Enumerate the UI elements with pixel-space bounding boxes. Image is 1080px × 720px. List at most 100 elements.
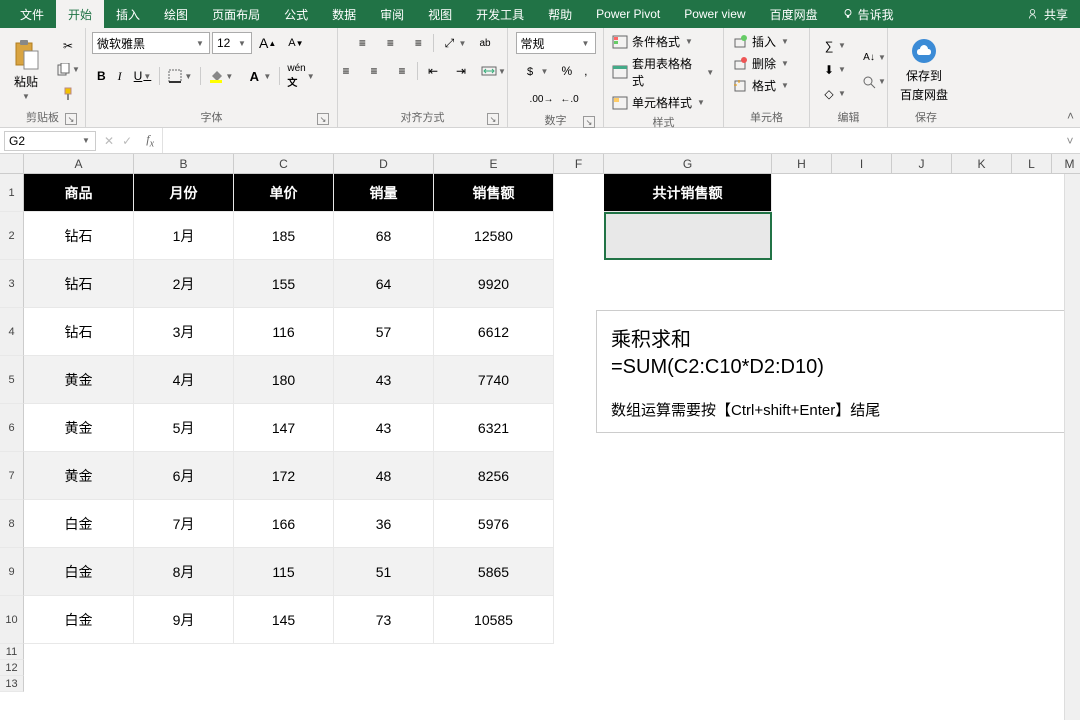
row-header[interactable]: 12 — [0, 660, 24, 676]
cell[interactable]: 12580 — [434, 212, 554, 260]
phonetic-button[interactable]: wén文▼ — [282, 60, 320, 92]
wrap-text-button[interactable]: ab — [474, 35, 495, 52]
tab-powerview[interactable]: Power view — [672, 0, 757, 28]
tab-review[interactable]: 审阅 — [368, 0, 416, 28]
tab-insert[interactable]: 插入 — [104, 0, 152, 28]
dialog-launcher[interactable]: ↘ — [65, 113, 77, 125]
tab-formulas[interactable]: 公式 — [272, 0, 320, 28]
tab-view[interactable]: 视图 — [416, 0, 464, 28]
tab-pagelayout[interactable]: 页面布局 — [200, 0, 272, 28]
column-header[interactable]: E — [434, 154, 554, 174]
cell[interactable]: 43 — [334, 356, 434, 404]
cell[interactable]: 1月 — [134, 212, 234, 260]
cell[interactable]: 155 — [234, 260, 334, 308]
row-header[interactable]: 6 — [0, 404, 24, 452]
fill-color-button[interactable]: ▼ — [203, 65, 239, 87]
column-header[interactable]: M — [1052, 154, 1080, 174]
conditional-format-button[interactable]: 条件格式▼ — [610, 32, 696, 51]
select-all-corner[interactable] — [0, 154, 24, 174]
format-painter-button[interactable] — [50, 83, 86, 105]
cell[interactable]: 共计销售额 — [604, 174, 772, 212]
cell[interactable]: 57 — [334, 308, 434, 356]
formula-bar[interactable] — [162, 128, 1060, 153]
cell[interactable]: 销售额 — [434, 174, 554, 212]
orientation-button[interactable]: ⤢▼ — [436, 32, 472, 54]
cell[interactable]: 43 — [334, 404, 434, 452]
cell[interactable]: 51 — [334, 548, 434, 596]
tab-baidudisk[interactable]: 百度网盘 — [758, 0, 830, 28]
cell[interactable]: 48 — [334, 452, 434, 500]
fill-button[interactable]: ⬇▼ — [816, 59, 852, 81]
column-header[interactable]: C — [234, 154, 334, 174]
collapse-ribbon-button[interactable]: ˄ — [1067, 109, 1074, 123]
accounting-format-button[interactable]: $▼ — [518, 60, 554, 82]
column-header[interactable]: L — [1012, 154, 1052, 174]
font-size-combo[interactable]: 12▼ — [212, 32, 252, 54]
column-header[interactable]: B — [134, 154, 234, 174]
align-center-button[interactable]: ≡ — [361, 60, 387, 82]
align-bottom-button[interactable]: ≡ — [405, 32, 431, 54]
cell[interactable]: 钻石 — [24, 212, 134, 260]
decrease-indent-button[interactable]: ⇤ — [420, 60, 446, 82]
save-to-baidu-button[interactable]: 保存到 百度网盘 — [894, 35, 954, 105]
column-header[interactable]: D — [334, 154, 434, 174]
cell[interactable]: 4月 — [134, 356, 234, 404]
cell[interactable]: 黄金 — [24, 356, 134, 404]
cell[interactable]: 3月 — [134, 308, 234, 356]
underline-button[interactable]: U▼ — [129, 66, 158, 86]
cell[interactable]: 5月 — [134, 404, 234, 452]
row-header[interactable]: 7 — [0, 452, 24, 500]
format-as-table-button[interactable]: 套用表格格式▼ — [610, 54, 717, 90]
insert-cells-button[interactable]: 插入▼ — [730, 32, 792, 51]
cell[interactable]: 6612 — [434, 308, 554, 356]
paste-button[interactable]: 粘贴 ▼ — [6, 37, 46, 103]
column-header[interactable]: I — [832, 154, 892, 174]
vertical-scrollbar[interactable] — [1064, 174, 1080, 720]
cell[interactable]: 7月 — [134, 500, 234, 548]
cell[interactable]: 8256 — [434, 452, 554, 500]
row-header[interactable]: 4 — [0, 308, 24, 356]
align-left-button[interactable]: ≡ — [333, 60, 359, 82]
align-middle-button[interactable]: ≡ — [377, 32, 403, 54]
dialog-launcher[interactable]: ↘ — [583, 116, 595, 128]
column-header[interactable]: K — [952, 154, 1012, 174]
fx-button[interactable]: fx — [138, 132, 162, 149]
column-header[interactable]: F — [554, 154, 604, 174]
row-header[interactable]: 9 — [0, 548, 24, 596]
tab-draw[interactable]: 绘图 — [152, 0, 200, 28]
tab-file[interactable]: 文件 — [8, 0, 56, 28]
merge-center-button[interactable]: ▼ — [476, 60, 512, 82]
tell-me[interactable]: 告诉我 — [830, 0, 906, 28]
cell[interactable]: 115 — [234, 548, 334, 596]
cell[interactable]: 6月 — [134, 452, 234, 500]
cell[interactable]: 64 — [334, 260, 434, 308]
cell[interactable]: 9月 — [134, 596, 234, 644]
tab-devtools[interactable]: 开发工具 — [464, 0, 536, 28]
percent-button[interactable]: % — [556, 61, 577, 81]
cell[interactable]: 销量 — [334, 174, 434, 212]
cell[interactable]: 白金 — [24, 596, 134, 644]
cell[interactable]: 8月 — [134, 548, 234, 596]
row-header[interactable]: 10 — [0, 596, 24, 644]
autosum-button[interactable]: ∑▼ — [816, 35, 852, 57]
font-color-button[interactable]: A▼ — [241, 65, 277, 87]
cell[interactable]: 黄金 — [24, 404, 134, 452]
cell[interactable]: 180 — [234, 356, 334, 404]
enter-formula-icon[interactable]: ✓ — [122, 134, 132, 148]
number-format-combo[interactable]: 常规▼ — [516, 32, 596, 54]
cell[interactable]: 36 — [334, 500, 434, 548]
decrease-decimal-button[interactable]: ←.0 — [557, 88, 583, 110]
clear-button[interactable]: ◇▼ — [816, 83, 852, 105]
tab-help[interactable]: 帮助 — [536, 0, 584, 28]
align-right-button[interactable]: ≡ — [389, 60, 415, 82]
row-header[interactable]: 3 — [0, 260, 24, 308]
format-cells-button[interactable]: 格式▼ — [730, 76, 792, 95]
column-header[interactable]: J — [892, 154, 952, 174]
font-name-combo[interactable]: 微软雅黑▼ — [92, 32, 210, 54]
cell[interactable]: 黄金 — [24, 452, 134, 500]
cell[interactable]: 钻石 — [24, 308, 134, 356]
cell[interactable]: 商品 — [24, 174, 134, 212]
grow-font-button[interactable]: A▲ — [254, 32, 281, 54]
dialog-launcher[interactable]: ↘ — [487, 113, 499, 125]
column-header[interactable]: G — [604, 154, 772, 174]
